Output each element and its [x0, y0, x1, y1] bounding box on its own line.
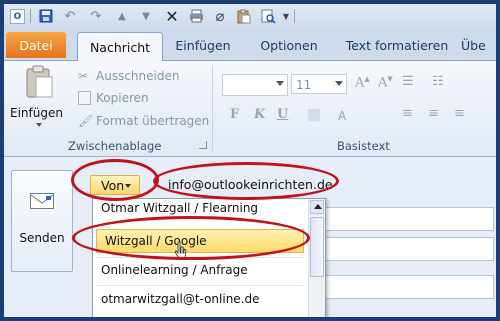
print-icon[interactable] — [188, 8, 204, 24]
highlight-color-icon[interactable] — [308, 109, 320, 121]
subject-field[interactable] — [324, 275, 494, 299]
ribbon: Einfügen ✂ Ausschneiden Kopieren 🖌 Forma… — [4, 61, 496, 157]
down-arrow-icon[interactable]: ▼ — [138, 8, 154, 24]
paste-dropdown-arrow[interactable] — [36, 123, 42, 127]
paste-icon[interactable] — [236, 8, 252, 24]
ribbon-tabs: Datei Nachricht Einfügen Optionen Text f… — [4, 28, 496, 61]
list-divider — [97, 285, 303, 286]
outlook-window: O ↶ ↷ ▲ ▼ ✕ ⌀ ▼ Datei Nachricht Einfügen… — [4, 4, 496, 317]
shrink-font-icon[interactable]: A▼ — [378, 75, 393, 90]
chevron-down-icon — [125, 184, 131, 188]
from-label: Von — [101, 177, 125, 193]
send-label: Senden — [19, 231, 65, 245]
send-button[interactable]: Senden — [11, 170, 73, 272]
delete-icon[interactable]: ✕ — [164, 7, 180, 26]
paste-button-label[interactable]: Einfügen — [10, 106, 63, 120]
align-left-icon[interactable]: ≡ — [402, 106, 413, 121]
clipboard-group-label: Zwischenablage — [68, 139, 162, 153]
tab-file[interactable]: Datei — [6, 32, 66, 58]
copy-button[interactable]: Kopieren — [96, 91, 149, 105]
mouse-cursor-icon — [174, 241, 188, 263]
tab-review[interactable]: Übe — [461, 32, 496, 58]
dropdown-scrollbar[interactable] — [308, 199, 325, 317]
redo-icon[interactable]: ↷ — [88, 8, 104, 24]
list-item[interactable]: otmarwitzgall@t-online.de — [93, 287, 307, 311]
font-color-icon[interactable]: A — [338, 109, 346, 123]
compose-area: Senden Von info@outlookeinrichten.de Otm… — [4, 157, 496, 317]
from-dropdown: Otmar Witzgall / Flearning Witzgall / Go… — [92, 198, 326, 317]
copy-icon — [78, 91, 91, 105]
group-divider — [212, 65, 213, 151]
attach-icon[interactable]: ⌀ — [212, 7, 228, 25]
list-item-highlighted[interactable]: Witzgall / Google — [96, 229, 304, 253]
tab-insert[interactable]: Einfügen — [168, 32, 238, 58]
dialog-launcher-icon[interactable] — [199, 141, 207, 149]
scissors-icon: ✂ — [78, 69, 89, 83]
format-painter-button[interactable]: Format übertragen — [96, 114, 209, 128]
grow-font-icon[interactable]: A▲ — [355, 75, 370, 90]
tab-options[interactable]: Optionen — [252, 32, 326, 58]
outlook-app-icon[interactable]: O — [10, 9, 25, 24]
toolbar-divider — [30, 9, 31, 23]
print-preview-icon[interactable] — [260, 8, 276, 24]
save-icon[interactable] — [38, 8, 54, 24]
quick-access-toolbar: O ↶ ↷ ▲ ▼ ✕ ⌀ ▼ — [4, 4, 496, 28]
scroll-up-icon[interactable] — [310, 200, 324, 214]
to-field[interactable] — [324, 207, 494, 231]
font-size-value: 11 — [296, 78, 312, 92]
font-size-combo[interactable]: 11 — [291, 74, 347, 94]
format-painter-icon: 🖌 — [78, 114, 94, 128]
underline-icon[interactable]: U — [277, 107, 288, 122]
tab-message[interactable]: Nachricht — [77, 32, 163, 61]
customize-toolbar-icon[interactable]: ▼ — [278, 8, 294, 24]
numbering-icon[interactable]: ☷ — [432, 74, 444, 89]
cut-button[interactable]: Ausschneiden — [96, 69, 179, 83]
paste-large-icon[interactable] — [24, 65, 54, 101]
from-button[interactable]: Von — [90, 175, 140, 195]
font-name-combo[interactable] — [222, 74, 288, 96]
bullets-icon[interactable]: ☰ — [402, 74, 414, 89]
send-envelope-icon — [30, 193, 54, 209]
bold-icon[interactable]: F — [230, 107, 239, 122]
align-right-icon[interactable]: ≡ — [454, 106, 465, 121]
from-address: info@outlookeinrichten.de — [168, 177, 333, 192]
align-center-icon[interactable]: ≡ — [428, 106, 439, 121]
basic-text-group-label: Basistext — [337, 139, 390, 153]
italic-icon[interactable]: K — [254, 107, 265, 122]
scroll-thumb[interactable] — [310, 217, 324, 277]
cc-field[interactable] — [324, 237, 494, 261]
list-item[interactable]: Onlinelearning / Anfrage — [93, 258, 307, 282]
undo-icon[interactable]: ↶ — [62, 8, 78, 24]
toolbar-divider — [294, 9, 295, 23]
up-arrow-icon[interactable]: ▲ — [114, 8, 130, 24]
tab-format-text[interactable]: Text formatieren — [338, 32, 456, 58]
list-item[interactable]: Otmar Witzgall / Flearning — [93, 199, 307, 217]
